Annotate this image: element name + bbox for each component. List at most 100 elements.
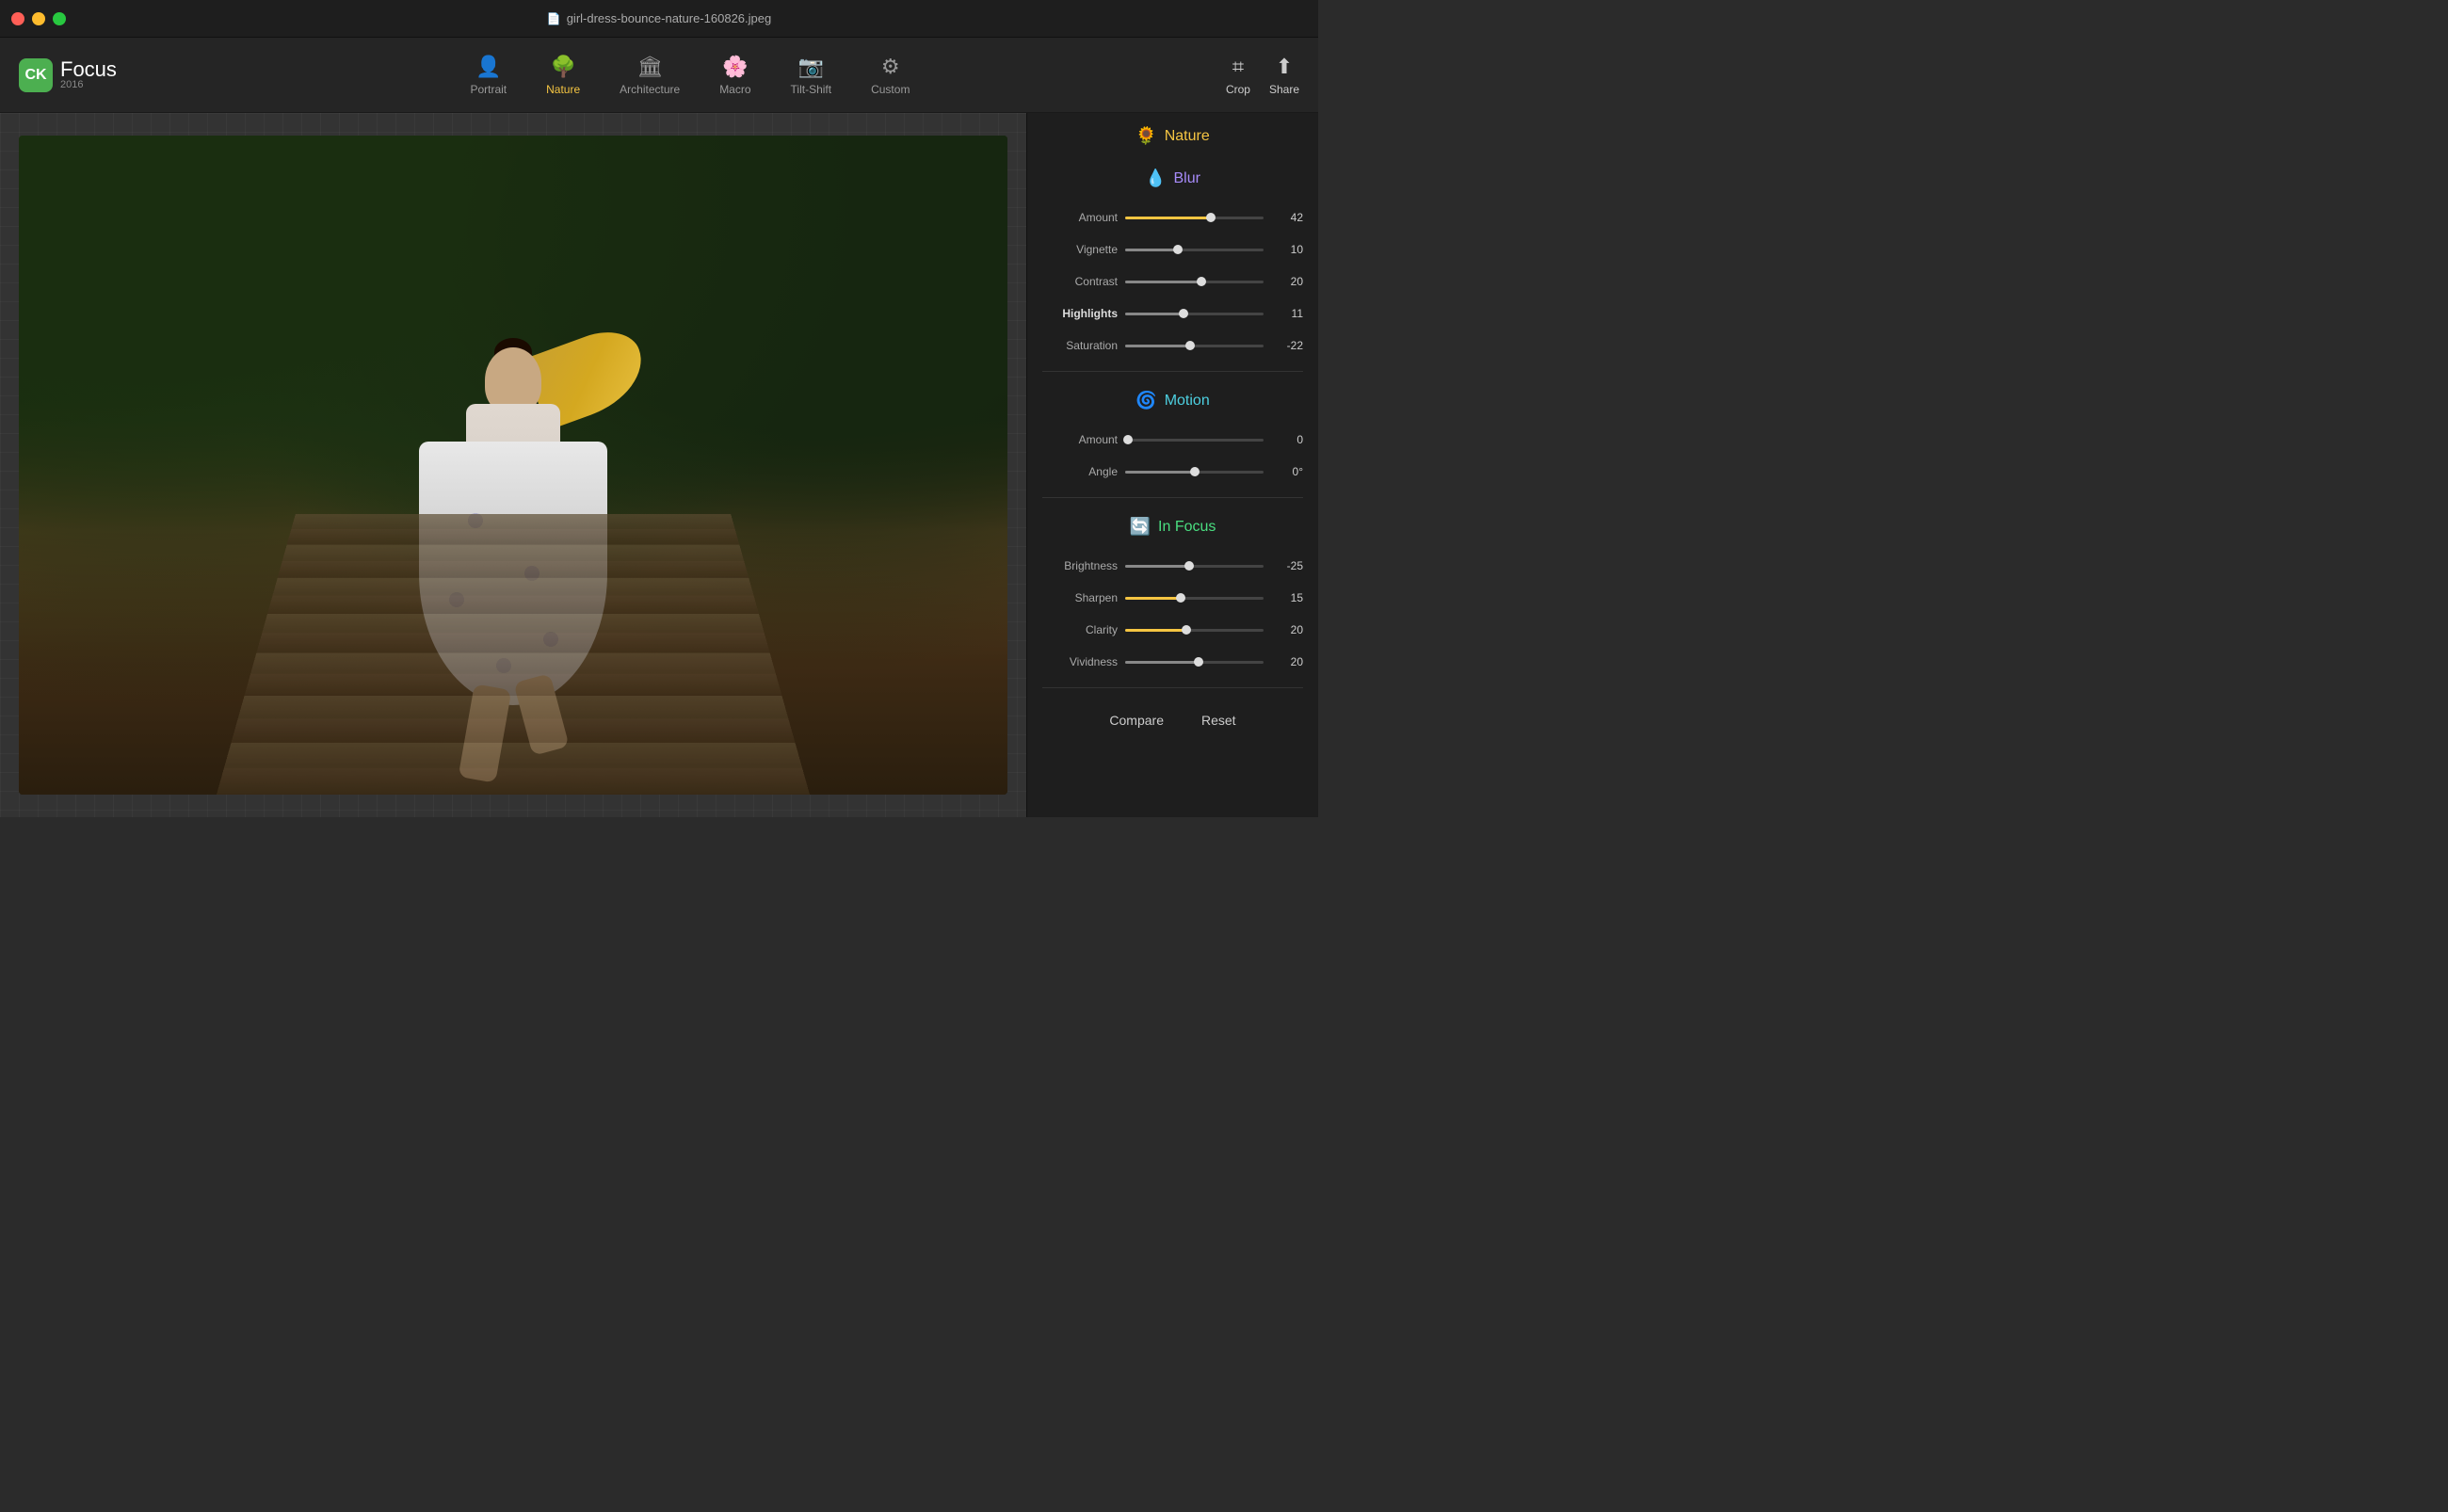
- toolbar-actions: ⌗ Crop ⬆ Share: [1226, 55, 1299, 96]
- divider-3: [1042, 687, 1303, 688]
- blur-vignette-slider[interactable]: [1125, 249, 1264, 251]
- maximize-button[interactable]: [53, 12, 66, 25]
- file-icon: 📄: [547, 12, 561, 25]
- nature-panel-label: Nature: [1165, 128, 1210, 145]
- nature-icon: 🌳: [550, 55, 575, 79]
- blur-highlights-slider[interactable]: [1125, 313, 1264, 315]
- filename: girl-dress-bounce-nature-160826.jpeg: [567, 11, 772, 25]
- infocus-brightness-thumb[interactable]: [1184, 561, 1194, 571]
- panel-motion-header: 🌀 Motion: [1027, 378, 1318, 420]
- divider-2: [1042, 497, 1303, 498]
- infocus-vividness-slider[interactable]: [1125, 661, 1264, 664]
- infocus-sharpen-fill: [1125, 597, 1181, 600]
- infocus-vividness-thumb[interactable]: [1194, 657, 1203, 667]
- photo-figure: [334, 169, 692, 780]
- mode-portrait[interactable]: 👤 Portrait: [455, 49, 522, 102]
- photo-container: [19, 136, 1007, 795]
- mode-tiltshift[interactable]: 📷 Tilt-Shift: [776, 49, 847, 102]
- infocus-clarity-thumb[interactable]: [1182, 625, 1191, 635]
- reset-button[interactable]: Reset: [1201, 713, 1236, 728]
- figure-leg-right: [513, 673, 569, 756]
- infocus-brightness-row: Brightness -25: [1042, 550, 1303, 582]
- infocus-icon: 🔄: [1130, 517, 1151, 537]
- motion-angle-value: 0°: [1271, 465, 1303, 478]
- motion-amount-thumb[interactable]: [1123, 435, 1133, 444]
- figure-dress: [419, 442, 607, 705]
- infocus-vividness-label: Vividness: [1042, 655, 1118, 668]
- divider-1: [1042, 371, 1303, 372]
- window-title: 📄 girl-dress-bounce-nature-160826.jpeg: [547, 11, 771, 25]
- blur-saturation-thumb[interactable]: [1185, 341, 1195, 350]
- figure-leg-left: [459, 684, 512, 782]
- photo-background: [19, 136, 1007, 795]
- blur-amount-thumb[interactable]: [1206, 213, 1216, 222]
- blur-amount-label: Amount: [1042, 211, 1118, 224]
- blur-amount-value: 42: [1271, 211, 1303, 224]
- share-icon: ⬆: [1276, 55, 1293, 79]
- blur-saturation-slider[interactable]: [1125, 345, 1264, 347]
- infocus-clarity-fill: [1125, 629, 1186, 632]
- blur-saturation-fill: [1125, 345, 1190, 347]
- crop-label: Crop: [1226, 83, 1250, 96]
- infocus-label: In Focus: [1158, 519, 1216, 536]
- mode-nature-label: Nature: [546, 83, 580, 96]
- mode-macro[interactable]: 🌸 Macro: [704, 49, 765, 102]
- mode-portrait-label: Portrait: [470, 83, 507, 96]
- app-logo: CK Focus 2016: [19, 58, 117, 92]
- motion-amount-row: Amount 0: [1042, 424, 1303, 456]
- blur-vignette-thumb[interactable]: [1173, 245, 1183, 254]
- blur-highlights-row: Highlights 11: [1042, 298, 1303, 330]
- mode-tiltshift-label: Tilt-Shift: [791, 83, 832, 96]
- panel-infocus-header: 🔄 In Focus: [1027, 504, 1318, 546]
- custom-icon: ⚙: [881, 55, 900, 79]
- architecture-icon: 🏛: [636, 55, 663, 79]
- logo-text: Focus 2016: [60, 59, 117, 90]
- blur-highlights-thumb[interactable]: [1179, 309, 1188, 318]
- mode-architecture-label: Architecture: [620, 83, 680, 96]
- infocus-vividness-fill: [1125, 661, 1199, 664]
- blur-saturation-label: Saturation: [1042, 339, 1118, 352]
- blur-saturation-value: -22: [1271, 339, 1303, 352]
- blur-contrast-fill: [1125, 281, 1201, 283]
- blur-contrast-value: 20: [1271, 275, 1303, 288]
- motion-label: Motion: [1165, 393, 1210, 410]
- mode-nature[interactable]: 🌳 Nature: [531, 49, 595, 102]
- infocus-clarity-label: Clarity: [1042, 623, 1118, 636]
- infocus-brightness-value: -25: [1271, 559, 1303, 572]
- macro-icon: 🌸: [722, 55, 748, 79]
- app-year: 2016: [60, 80, 117, 90]
- motion-controls: Amount 0 Angle 0°: [1027, 420, 1318, 491]
- infocus-brightness-slider[interactable]: [1125, 565, 1264, 568]
- blur-amount-slider[interactable]: [1125, 217, 1264, 219]
- motion-amount-label: Amount: [1042, 433, 1118, 446]
- mode-macro-label: Macro: [719, 83, 750, 96]
- canvas-area[interactable]: [0, 113, 1026, 817]
- infocus-sharpen-thumb[interactable]: [1176, 593, 1185, 603]
- motion-angle-fill: [1125, 471, 1195, 474]
- titlebar: 📄 girl-dress-bounce-nature-160826.jpeg: [0, 0, 1318, 38]
- infocus-sharpen-slider[interactable]: [1125, 597, 1264, 600]
- app-name: Focus: [60, 59, 117, 80]
- mode-custom[interactable]: ⚙ Custom: [856, 49, 925, 102]
- blur-contrast-slider[interactable]: [1125, 281, 1264, 283]
- infocus-clarity-slider[interactable]: [1125, 629, 1264, 632]
- motion-amount-slider[interactable]: [1125, 439, 1264, 442]
- infocus-brightness-label: Brightness: [1042, 559, 1118, 572]
- blur-amount-fill: [1125, 217, 1211, 219]
- share-button[interactable]: ⬆ Share: [1269, 55, 1299, 96]
- motion-angle-thumb[interactable]: [1190, 467, 1200, 476]
- mode-architecture[interactable]: 🏛 Architecture: [604, 49, 695, 102]
- panel-nature-header: 🌻 Nature: [1027, 113, 1318, 155]
- blur-vignette-label: Vignette: [1042, 243, 1118, 256]
- crop-button[interactable]: ⌗ Crop: [1226, 55, 1250, 96]
- compare-button[interactable]: Compare: [1109, 713, 1164, 728]
- blur-highlights-label: Highlights: [1042, 307, 1118, 320]
- mode-custom-label: Custom: [871, 83, 910, 96]
- tiltshift-icon: 📷: [798, 55, 824, 79]
- motion-angle-slider[interactable]: [1125, 471, 1264, 474]
- minimize-button[interactable]: [32, 12, 45, 25]
- blur-contrast-thumb[interactable]: [1197, 277, 1206, 286]
- close-button[interactable]: [11, 12, 24, 25]
- crop-icon: ⌗: [1232, 55, 1244, 79]
- blur-vignette-row: Vignette 10: [1042, 233, 1303, 265]
